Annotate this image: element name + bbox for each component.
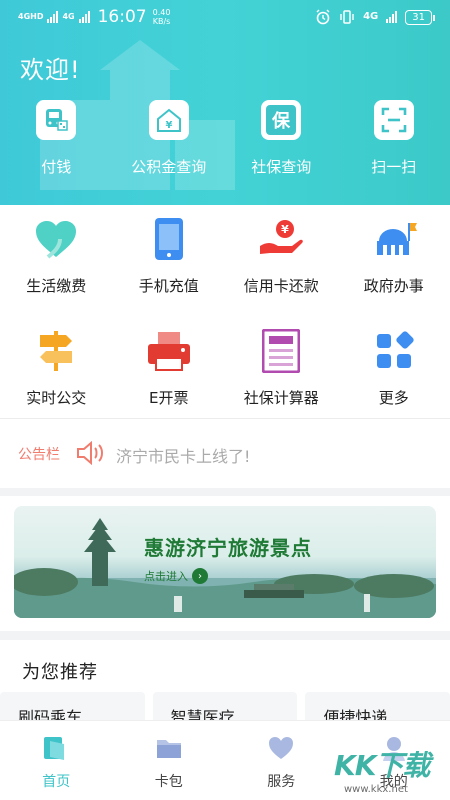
network-type-2: 4G: [62, 12, 75, 21]
bao-character-icon: 保: [261, 100, 302, 140]
chevron-right-icon: ›: [192, 568, 208, 584]
service-ss-calculator[interactable]: 社保计算器: [225, 317, 338, 417]
kk-watermark: KK下载 www.kkx.net: [330, 744, 450, 800]
svg-text:¥: ¥: [281, 223, 289, 236]
scan-icon: [373, 100, 414, 140]
header-panel: 4GHD 4G 16:07 0.40 KB/s 4G 31 欢迎! 付钱 ¥ 公…: [0, 0, 450, 205]
home-icon: [44, 737, 65, 760]
grid-icon: [370, 327, 418, 375]
service-mobile-topup[interactable]: 手机充值: [113, 205, 226, 305]
hand-yuan-icon: ¥: [257, 215, 305, 263]
svg-text:¥: ¥: [165, 120, 172, 131]
signal-type: 4G: [363, 11, 379, 22]
services-grid: 生活缴费 手机充值 ¥ 信用卡还款 政府办事 实时公交 E开票 社保计算器 更多: [0, 205, 450, 418]
signal-icon: [47, 11, 59, 23]
vibrate-icon: [340, 10, 354, 24]
banner-section: 惠游济宁旅游景点 点击进入 ›: [0, 496, 450, 631]
pay-label: 付钱: [41, 158, 72, 176]
printer-icon: [145, 327, 193, 375]
speed-value: 0.40: [152, 8, 171, 17]
signpost-icon: [32, 327, 80, 375]
social-security-button[interactable]: 保 社保查询: [225, 100, 338, 180]
tab-label: 首页: [42, 774, 71, 790]
signal-icon-2: [78, 11, 90, 23]
housing-fund-label: 公积金查询: [131, 158, 207, 176]
network-type: 4GHD: [18, 12, 44, 21]
notice-text: 济宁市民卡上线了!: [116, 447, 251, 466]
network-speed: 0.40 KB/s: [153, 8, 171, 26]
pay-button[interactable]: 付钱: [0, 100, 113, 180]
service-label: 实时公交: [26, 389, 87, 407]
tab-card-wallet[interactable]: 卡包: [113, 721, 226, 800]
status-bar: 4GHD 4G 16:07 0.40 KB/s 4G 31: [0, 0, 450, 36]
speed-unit: KB/s: [152, 17, 171, 26]
notice-bar[interactable]: 公告栏 济宁市民卡上线了!: [0, 418, 450, 488]
service-utilities[interactable]: 生活缴费: [0, 205, 113, 305]
tab-home[interactable]: 首页: [0, 721, 113, 800]
notice-title: 公告栏: [18, 447, 60, 463]
service-realtime-bus[interactable]: 实时公交: [0, 317, 113, 417]
service-e-invoice[interactable]: E开票: [113, 317, 226, 417]
card-wallet-icon: [156, 740, 181, 758]
service-label: 手机充值: [138, 277, 199, 295]
housing-fund-button[interactable]: ¥ 公积金查询: [113, 100, 226, 180]
service-heart-icon: [269, 737, 294, 759]
service-credit-card[interactable]: ¥ 信用卡还款: [225, 205, 338, 305]
tab-label: 卡包: [154, 774, 183, 790]
header-actions: 付钱 ¥ 公积金查询 保 社保查询 扫一扫: [0, 100, 450, 180]
social-security-label: 社保查询: [251, 158, 312, 176]
calculator-icon: [257, 327, 305, 375]
service-label: 政府办事: [363, 277, 424, 295]
watermark-text: KK下载: [334, 749, 430, 782]
banner-enter-link[interactable]: 点击进入 ›: [144, 568, 208, 584]
service-more[interactable]: 更多: [338, 317, 450, 417]
recommend-title: 为您推荐: [22, 662, 98, 683]
phone-icon: [145, 215, 193, 263]
scan-button[interactable]: 扫一扫: [338, 100, 450, 180]
welcome-text: 欢迎!: [20, 56, 81, 84]
service-label: 更多: [378, 389, 409, 407]
signal-icon-3: [386, 11, 398, 23]
scan-label: 扫一扫: [371, 158, 417, 176]
banner-title: 惠游济宁旅游景点: [144, 536, 312, 560]
battery-indicator: 31: [405, 9, 435, 25]
government-building-icon: [370, 215, 418, 263]
tab-services[interactable]: 服务: [225, 721, 338, 800]
tourism-banner[interactable]: 惠游济宁旅游景点 点击进入 ›: [14, 506, 436, 618]
banner-cta-label: 点击进入: [144, 570, 188, 583]
svg-text:保: 保: [271, 110, 291, 132]
tab-label: 服务: [267, 774, 296, 790]
speaker-icon: [77, 441, 103, 465]
watermark-url: www.kkx.net: [344, 784, 408, 795]
heart-icon: [32, 215, 80, 263]
service-label: 生活缴费: [26, 277, 87, 295]
service-government[interactable]: 政府办事: [338, 205, 450, 305]
recommend-section: 为您推荐 刷码乘车 智慧医疗 便捷快递: [0, 640, 450, 732]
alarm-icon: [316, 9, 330, 25]
scenery-illustration: [14, 518, 436, 618]
service-label: 信用卡还款: [243, 277, 319, 295]
service-label: E开票: [149, 389, 189, 407]
clock: 16:07: [97, 7, 147, 27]
bus-qr-icon: [36, 100, 77, 140]
house-yuan-icon: ¥: [148, 100, 189, 140]
service-label: 社保计算器: [243, 389, 319, 407]
